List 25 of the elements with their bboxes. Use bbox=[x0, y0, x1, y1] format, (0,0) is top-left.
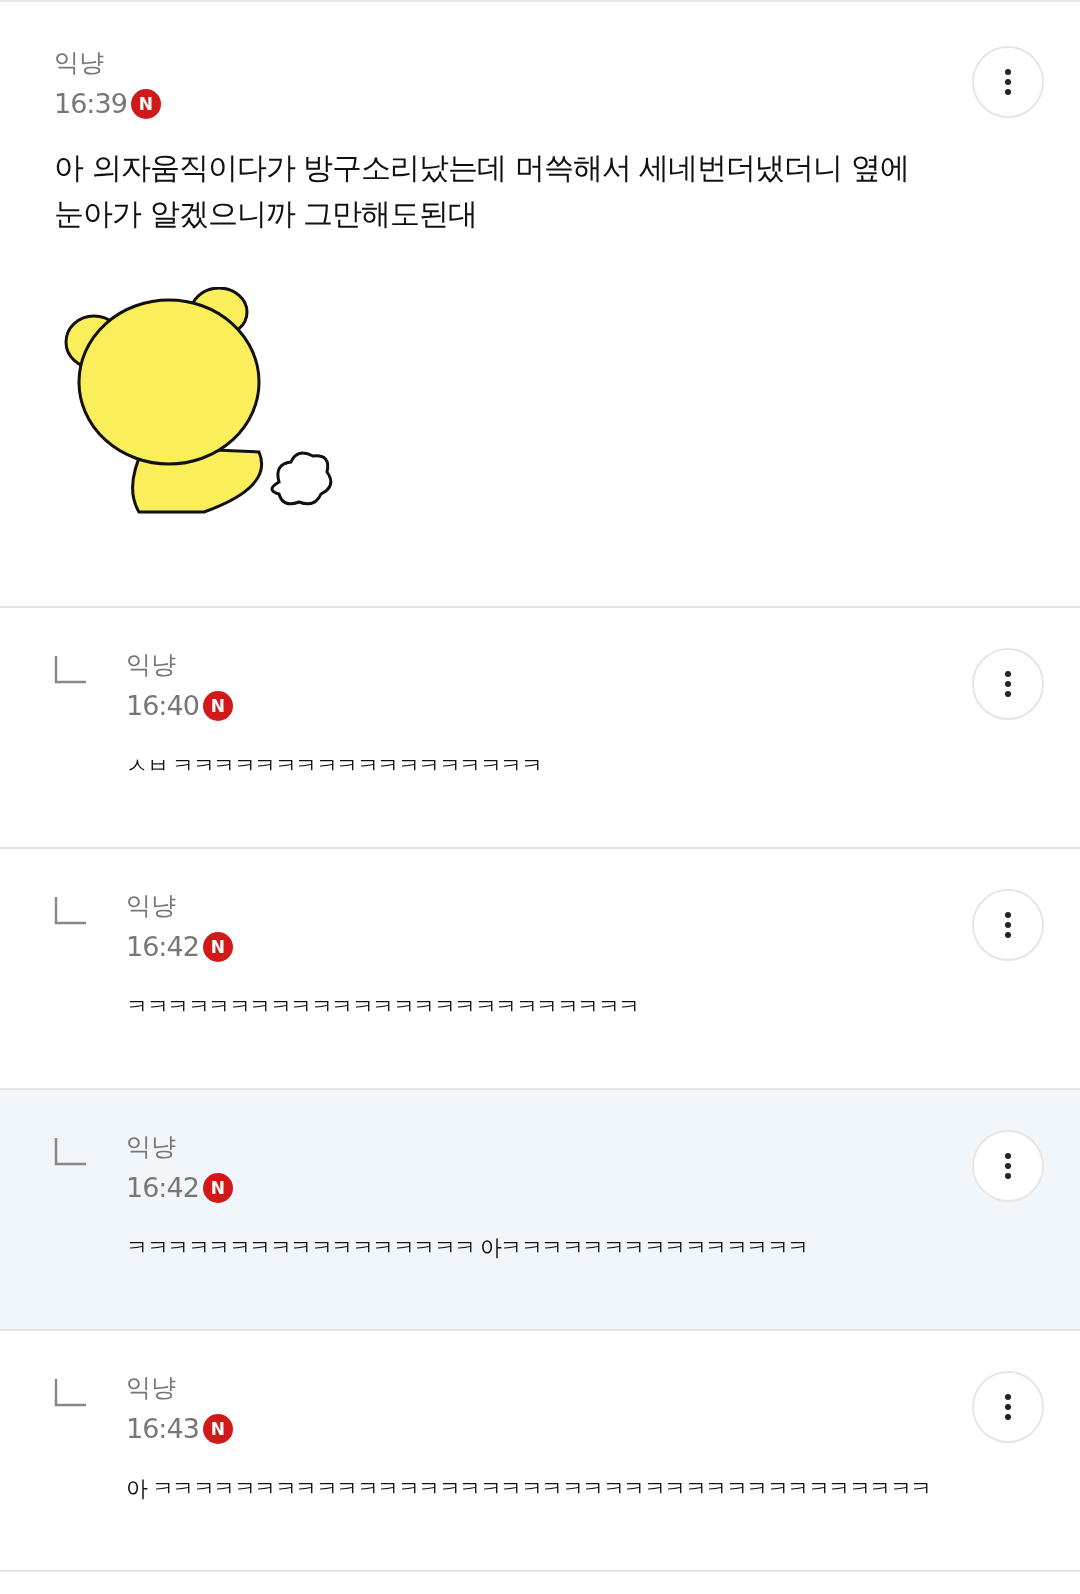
author-name: 익냥 bbox=[54, 47, 105, 79]
comment-time: 16:42 bbox=[126, 1172, 199, 1203]
comment-text: 아 ㅋㅋㅋㅋㅋㅋㅋㅋㅋㅋㅋㅋㅋㅋㅋㅋㅋㅋㅋㅋㅋㅋㅋㅋㅋㅋㅋㅋㅋㅋㅋㅋㅋㅋㅋㅋㅋㅋ bbox=[126, 1475, 932, 1503]
more-icon bbox=[1005, 912, 1011, 938]
more-icon bbox=[1005, 69, 1011, 95]
new-badge: N bbox=[202, 931, 233, 962]
new-badge: N bbox=[130, 88, 161, 119]
author-name: 익냥 bbox=[126, 890, 177, 922]
new-badge: N bbox=[202, 1413, 233, 1444]
comment-time: 16:43 bbox=[126, 1413, 199, 1444]
comment-text: ㅋㅋㅋㅋㅋㅋㅋㅋㅋㅋㅋㅋㅋㅋㅋㅋㅋ 아ㅋㅋㅋㅋㅋㅋㅋㅋㅋㅋㅋㅋㅋㅋㅋ bbox=[126, 1234, 809, 1262]
author-name: 익냥 bbox=[126, 1372, 177, 1404]
author-name: 익냥 bbox=[126, 649, 177, 681]
comment-text: ㅅㅂ ㅋㅋㅋㅋㅋㅋㅋㅋㅋㅋㅋㅋㅋㅋㅋㅋㅋㅋ bbox=[126, 752, 543, 780]
comment-text: ㅋㅋㅋㅋㅋㅋㅋㅋㅋㅋㅋㅋㅋㅋㅋㅋㅋㅋㅋㅋㅋㅋㅋㅋㅋ bbox=[126, 993, 640, 1021]
comment-text: 아 의자움직이다가 방구소리났는데 머쓱해서 세네번더냈더니 옆에 눈아가 알겠으니까 그만해도된대 bbox=[54, 149, 910, 233]
more-icon bbox=[1005, 1394, 1011, 1420]
comment-time: 16:40 bbox=[126, 690, 199, 721]
new-badge: N bbox=[202, 1172, 233, 1203]
more-icon bbox=[1005, 1153, 1011, 1179]
author-name: 익냥 bbox=[126, 1131, 177, 1163]
more-icon bbox=[1005, 671, 1011, 697]
comment-time: 16:39 bbox=[54, 88, 127, 119]
comment-time: 16:42 bbox=[126, 931, 199, 962]
new-badge: N bbox=[202, 690, 233, 721]
